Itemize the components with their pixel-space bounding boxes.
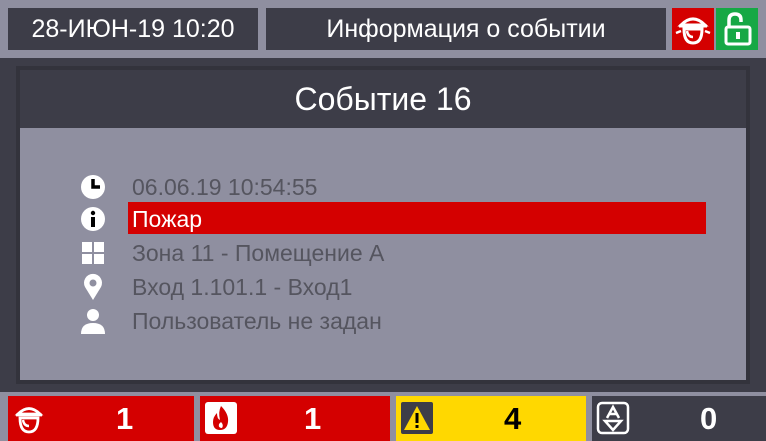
event-timestamp-row: 06.06.19 10:54:55 xyxy=(78,170,718,204)
fire-alarm-siren-icon xyxy=(14,407,44,434)
event-timestamp: 06.06.19 10:54:55 xyxy=(132,174,318,200)
event-zone-row: Зона 11 - Помещение А xyxy=(78,236,718,270)
top-status-bar: 28-ИЮН-19 10:20 Информация о событии xyxy=(0,0,766,58)
fire-alarm-siren-icon[interactable] xyxy=(672,8,714,50)
event-user-row: Пользователь не задан xyxy=(78,304,718,338)
disabled-count: 0 xyxy=(700,401,718,436)
alarm-count: 1 xyxy=(116,401,134,436)
warning-triangle-icon xyxy=(401,402,433,434)
fire-counter[interactable]: 1 xyxy=(200,396,390,441)
info-icon xyxy=(81,207,105,231)
location-pin-icon xyxy=(84,273,102,300)
alarm-counter[interactable]: 1 xyxy=(8,396,194,441)
fire-count: 1 xyxy=(304,401,322,436)
disabled-counter[interactable]: 0 xyxy=(592,396,766,441)
event-type-row: Пожар xyxy=(78,202,718,236)
clock-icon xyxy=(81,175,105,199)
event-input-row: Вход 1.101.1 - Вход1 xyxy=(78,270,718,304)
event-zone: Зона 11 - Помещение А xyxy=(132,240,385,266)
zone-grid-icon xyxy=(82,242,104,264)
event-title: Событие 16 xyxy=(20,70,746,128)
flame-icon xyxy=(205,402,237,434)
event-user: Пользователь не задан xyxy=(132,308,382,334)
disabled-device-icon xyxy=(596,401,630,435)
user-icon xyxy=(81,309,105,334)
status-counters-bar: 1 1 4 0 xyxy=(0,392,766,441)
fault-count: 4 xyxy=(504,401,522,436)
current-datetime: 28-ИЮН-19 10:20 xyxy=(8,8,258,50)
event-details-panel: Событие 16 06.06.19 10:54:55 Пожар Зона … xyxy=(16,66,750,384)
event-type-highlight xyxy=(128,202,706,234)
event-input: Вход 1.101.1 - Вход1 xyxy=(132,274,353,300)
screen-title: Информация о событии xyxy=(266,8,666,50)
event-type: Пожар xyxy=(132,206,203,232)
unlocked-padlock-icon[interactable] xyxy=(716,8,758,50)
fault-counter[interactable]: 4 xyxy=(396,396,586,441)
